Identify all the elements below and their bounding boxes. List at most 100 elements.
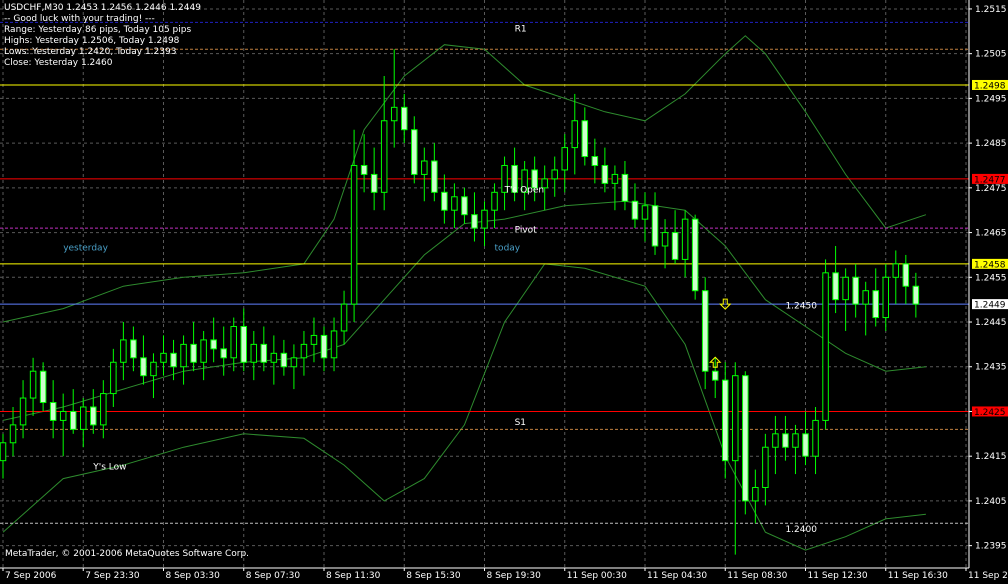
y-tick-label: 1.2455 (975, 273, 1007, 283)
candle-body-down (471, 214, 478, 229)
x-tick-label: 11 Sep 04:30 (647, 571, 707, 580)
candle-body-down (39, 370, 47, 404)
candle-body-up (380, 120, 388, 193)
todays-open-label: T's Open (504, 185, 545, 195)
candle-body-down (411, 129, 418, 175)
candle-body-down (601, 164, 609, 184)
candle-body-up (230, 325, 237, 359)
candle-body-down (671, 232, 679, 260)
candle-body-up (661, 232, 669, 247)
candle-body-up (641, 205, 649, 220)
candle-body-up (822, 272, 829, 421)
x-tick-label: 8 Sep 07:30 (246, 571, 301, 580)
candle-body-down (902, 263, 910, 287)
candle-body-down (631, 200, 639, 220)
candle-body-up (892, 263, 900, 278)
symbol-quote-line: USDCHF,M30 1.2453 1.2456 1.2446 1.2449 (4, 3, 201, 13)
y-tick-label: 1.2465 (975, 229, 1007, 239)
candle-body-up (180, 343, 187, 368)
candle-body-down (621, 173, 629, 202)
candle-body-up (762, 446, 769, 488)
copyright-text: MetaTrader, © 2001-2006 MetaQuotes Softw… (5, 549, 250, 559)
candle-body-down (49, 402, 57, 421)
y-tick-label: 1.2485 (975, 139, 1007, 149)
candle-body-down (782, 433, 789, 448)
y-tick-label: 1.2505 (975, 50, 1007, 60)
yesterdays-low-label: Y's Low (92, 463, 126, 473)
candle-body-up (150, 361, 157, 377)
candle-body-down (400, 106, 408, 131)
x-tick-label: 7 Sep 23:30 (85, 571, 140, 580)
pivot-label: Pivot (515, 226, 538, 236)
x-tick-label: 11 Sep 16:30 (888, 571, 948, 580)
candle-body-up (491, 191, 498, 211)
candle-body-up (79, 406, 87, 430)
candle-body-up (200, 339, 207, 363)
yesterday-label: yesterday (63, 243, 108, 253)
candle-body-down (581, 120, 589, 158)
candle-body-up (120, 339, 127, 363)
candle-body-up (842, 276, 849, 301)
candle-body-down (721, 379, 729, 462)
candle-body-down (370, 173, 378, 193)
candle-body-up (481, 209, 488, 229)
price-label-1.2477: 1.2477 (974, 175, 1006, 185)
candle-body-down (711, 370, 719, 381)
candle-body-up (611, 173, 619, 184)
x-tick-label: 8 Sep 11:30 (326, 571, 381, 580)
candle-body-down (140, 357, 147, 377)
candle-body-down (852, 276, 859, 305)
candle-body-up (330, 330, 338, 359)
info-line-highs: Highs: Yesterday 1.2506, Today 1.2498 (4, 36, 180, 46)
y-tick-label: 1.2435 (975, 363, 1007, 373)
candle-body-down (461, 196, 468, 216)
price-label-1.2425: 1.2425 (974, 408, 1006, 418)
candle-body-down (431, 160, 438, 193)
candle-body-up (772, 433, 779, 448)
candle-body-up (19, 397, 27, 426)
y-tick-label: 1.2415 (975, 452, 1007, 462)
y-tick-label: 1.2445 (975, 318, 1007, 328)
candle-body-down (912, 285, 920, 305)
candle-body-down (170, 352, 177, 368)
candle-body-down (802, 433, 809, 457)
candle-body-up (561, 147, 569, 171)
price-label-1.2449: 1.2449 (974, 301, 1006, 311)
y-tick-label: 1.2495 (975, 94, 1007, 104)
x-tick-label: 11 Sep 00:30 (567, 571, 627, 580)
candle-body-down (130, 339, 137, 359)
r1-label: R1 (515, 24, 527, 34)
candle-body-down (742, 375, 749, 502)
candle-body-up (792, 433, 799, 448)
info-line-lows: Lows: Yesterday 1.2420, Today 1.2393 (4, 47, 177, 57)
candle-body-down (90, 406, 97, 426)
info-line-range: Range: Yesterday 86 pips, Today 105 pips (4, 25, 192, 35)
candle-body-up (300, 343, 308, 359)
x-tick-label: 11 Sep 12:30 (808, 571, 868, 580)
level-1.2450-label: 1.2450 (785, 302, 817, 312)
candle-body-up (551, 169, 558, 180)
candle-body-up (571, 120, 579, 149)
candle-body-up (812, 419, 819, 457)
info-line-greeting: -- Good luck with your trading! --- (4, 14, 155, 24)
candle-body-up (310, 334, 318, 345)
y-tick-label: 1.2405 (975, 497, 1007, 507)
s1-label: S1 (515, 418, 526, 428)
candle-body-up (732, 375, 739, 462)
candle-body-up (451, 196, 458, 211)
chart-window[interactable]: R1 T's Open Pivot yesterday today S1 Y's Low 1.… (0, 0, 1008, 581)
candle-body-up (350, 164, 358, 305)
candle-body-up (160, 352, 167, 363)
x-tick-label: 7 Sep 2006 (5, 571, 57, 580)
x-tick-label: 8 Sep 19:30 (487, 571, 542, 580)
candle-body-up (250, 343, 258, 363)
candle-body-down (591, 156, 599, 166)
y-tick-label: 1.2515 (975, 5, 1007, 15)
candle-body-down (240, 325, 248, 363)
candle-body-down (220, 348, 227, 359)
x-tick-label: 8 Sep 15:30 (406, 571, 461, 580)
candle-body-down (190, 343, 197, 363)
price-chart[interactable]: R1 T's Open Pivot yesterday today S1 Y's Low 1.… (0, 0, 1008, 581)
candle-body-down (320, 334, 328, 359)
price-label-1.2458: 1.2458 (974, 260, 1006, 270)
